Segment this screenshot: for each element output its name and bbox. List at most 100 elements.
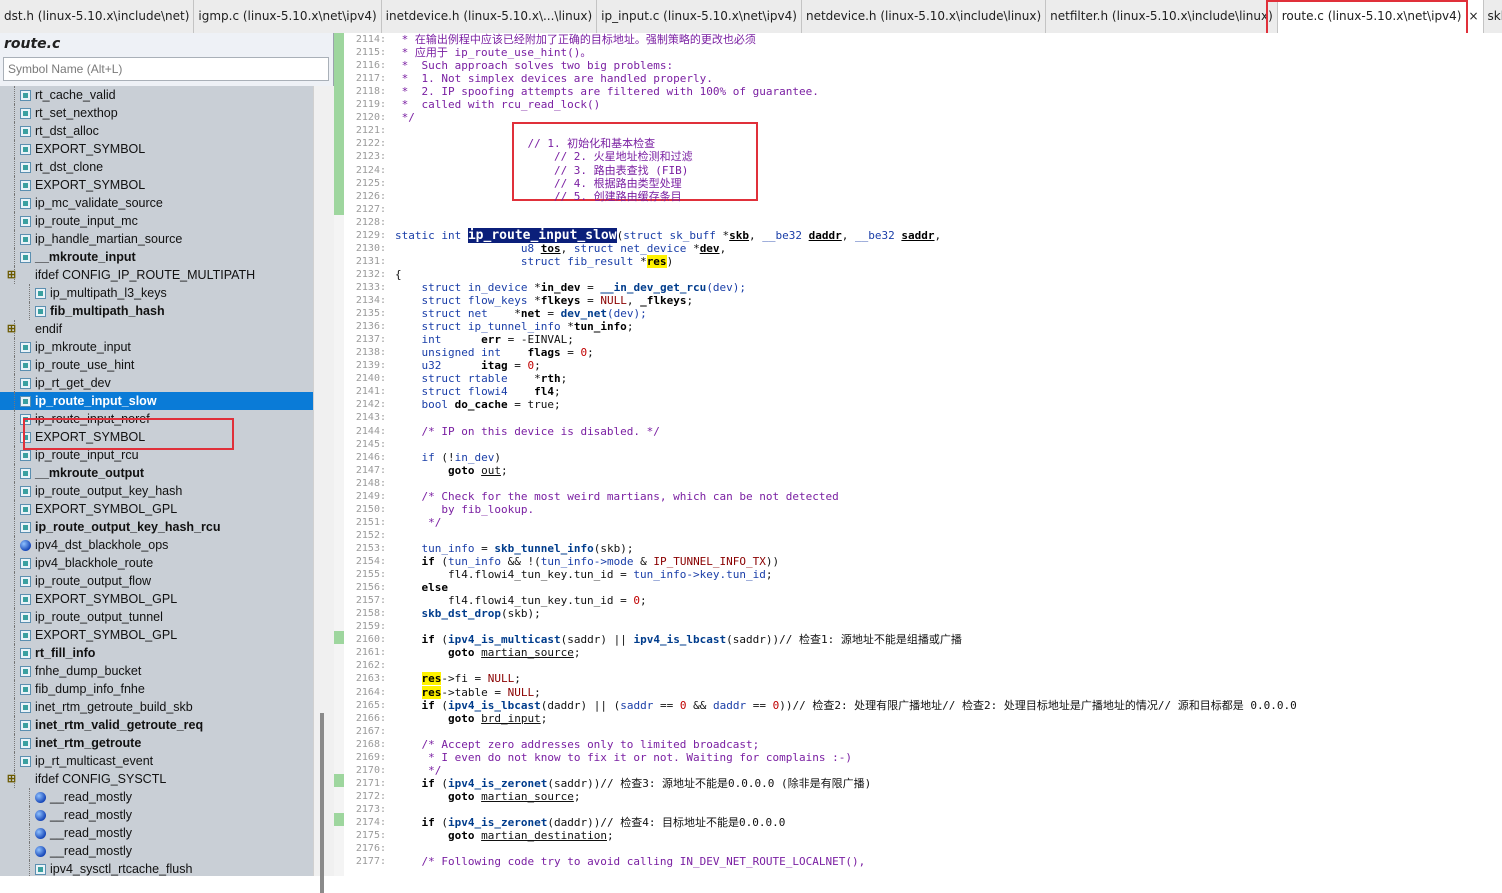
symbol-item[interactable]: __read_mostly xyxy=(0,842,313,860)
tab-1[interactable]: igmp.c (linux-5.10.x\net\ipv4) xyxy=(194,0,382,33)
tree-connector xyxy=(29,302,30,320)
symbol-item[interactable]: ip_route_output_key_hash_rcu xyxy=(0,518,313,536)
symbol-item[interactable]: EXPORT_SYMBOL xyxy=(0,428,313,446)
symbol-list-scrollbar[interactable] xyxy=(313,86,334,893)
tab-3[interactable]: ip_input.c (linux-5.10.x\net\ipv4) xyxy=(597,0,802,33)
file-title: route.c xyxy=(4,36,61,52)
symbol-list[interactable]: rt_cache_valid rt_set_nexthop rt_dst_alloc… xyxy=(0,86,313,876)
symbol-item[interactable]: EXPORT_SYMBOL xyxy=(0,176,313,194)
close-tab-icon[interactable]: × xyxy=(1468,0,1478,33)
symbol-item[interactable]: ip_route_input_noref xyxy=(0,410,313,428)
symbol-item[interactable]: EXPORT_SYMBOL_GPL xyxy=(0,590,313,608)
symbol-item[interactable]: rt_fill_info xyxy=(0,644,313,662)
symbol-item[interactable]: inet_rtm_getroute_build_skb xyxy=(0,698,313,716)
code-token: */ xyxy=(421,763,442,777)
symbol-item[interactable]: ip_mkroute_input xyxy=(0,338,313,356)
tab-0[interactable]: dst.h (linux-5.10.x\include\net) xyxy=(0,0,195,33)
scrollbar-thumb[interactable] xyxy=(320,713,324,893)
symbol-item[interactable]: ip_route_output_key_hash xyxy=(0,482,313,500)
code-token: = xyxy=(474,541,495,555)
symbol-item[interactable]: fnhe_dump_bucket xyxy=(0,662,313,680)
symbol-item[interactable]: __mkroute_output xyxy=(0,464,313,482)
symbol-label: __mkroute_output xyxy=(35,466,145,480)
code-text: fl4.flowi4_tun_key.tun_id = 0; xyxy=(395,594,647,607)
symbol-item[interactable]: ip_route_use_hint xyxy=(0,356,313,374)
symbol-label: ip_route_output_key_hash_rcu xyxy=(35,520,221,534)
symbol-item[interactable]: ip_rt_multicast_event xyxy=(0,752,313,770)
line-number: 2141: xyxy=(355,386,386,398)
code-text: * I even do not know to fix it or not. W… xyxy=(395,751,852,764)
symbol-item[interactable]: __mkroute_input xyxy=(0,248,313,266)
symbol-item[interactable]: ip_multipath_l3_keys xyxy=(0,284,313,302)
symbol-item[interactable]: ip_handle_martian_source xyxy=(0,230,313,248)
symbol-label: inet_rtm_getroute xyxy=(35,736,142,750)
symbol-item[interactable]: ipv4_sysctl_rtcache_flush xyxy=(0,860,313,876)
code-token: int xyxy=(421,333,482,347)
symbol-item[interactable]: rt_dst_alloc xyxy=(0,122,313,140)
tab-6[interactable]: route.c (linux-5.10.x\net\ipv4) × xyxy=(1277,0,1484,33)
symbol-item[interactable]: ⊞ ifdef CONFIG_IP_ROUTE_MULTIPATH xyxy=(0,266,313,284)
line-number: 2147: xyxy=(355,464,386,476)
tree-connector xyxy=(14,158,15,176)
code-token: ipv4_is_zeronet xyxy=(448,816,548,829)
code-token: tos xyxy=(540,241,561,255)
tab-2[interactable]: inetdevice.h (linux-5.10.x\...\linux) xyxy=(382,0,598,33)
symbol-item[interactable]: ip_mc_validate_source xyxy=(0,194,313,212)
line-number: 2162: xyxy=(355,660,386,672)
code-token: ; xyxy=(540,711,548,725)
symbol-item[interactable]: inet_rtm_valid_getroute_req xyxy=(0,716,313,734)
code-editor[interactable]: 2114: * 在输出例程中应该已经附加了正确的目标地址。强制策略的更改也必须 2… xyxy=(334,33,1502,876)
line-number: 2155: xyxy=(355,569,386,581)
tab-4[interactable]: netdevice.h (linux-5.10.x\include\linux) xyxy=(802,0,1047,33)
symbol-item[interactable]: ip_route_input_slow xyxy=(0,392,313,410)
symbol-item[interactable]: ip_route_output_flow xyxy=(0,572,313,590)
symbol-search-input[interactable] xyxy=(3,57,329,81)
code-text: */ xyxy=(395,111,415,124)
line-number: 2169: xyxy=(355,751,386,763)
symbol-item[interactable]: inet_rtm_getroute xyxy=(0,734,313,752)
changed-line-marker xyxy=(334,98,344,111)
code-token: NULL xyxy=(600,294,627,307)
symbol-item[interactable]: ip_route_output_tunnel xyxy=(0,608,313,626)
symbol-item[interactable]: rt_set_nexthop xyxy=(0,104,313,122)
symbol-item[interactable]: fib_dump_info_fnhe xyxy=(0,680,313,698)
tab-7[interactable]: skbuff xyxy=(1484,0,1502,33)
code-token: ; xyxy=(560,372,568,386)
code-token: * 1. Not simplex devices are handled pro… xyxy=(395,72,713,86)
symbol-item[interactable]: ipv4_blackhole_route xyxy=(0,554,313,572)
tree-connector xyxy=(14,392,15,410)
function-icon xyxy=(20,720,31,731)
function-icon xyxy=(20,216,31,227)
symbol-item[interactable]: ipv4_dst_blackhole_ops xyxy=(0,536,313,554)
symbol-item[interactable]: __read_mostly xyxy=(0,806,313,824)
symbol-item[interactable]: rt_dst_clone xyxy=(0,158,313,176)
function-icon xyxy=(20,630,31,641)
line-number: 2133: xyxy=(355,281,386,293)
code-token: ))// 检查2: 处理有限广播地址// 检查2: 处理目标地址是广播地址的情况… xyxy=(779,698,1297,712)
tree-connector xyxy=(14,176,15,194)
symbol-item[interactable]: EXPORT_SYMBOL_GPL xyxy=(0,500,313,518)
line-number: 2177: xyxy=(355,856,386,868)
symbol-item[interactable]: ⊞ endif xyxy=(0,320,313,338)
code-token: )) xyxy=(765,555,780,568)
function-icon xyxy=(20,252,31,263)
symbol-item[interactable]: EXPORT_SYMBOL xyxy=(0,140,313,158)
symbol-item[interactable]: __read_mostly xyxy=(0,788,313,806)
tab-label: inetdevice.h (linux-5.10.x\...\linux) xyxy=(385,9,593,23)
tree-connector xyxy=(14,482,15,500)
line-number: 2167: xyxy=(355,725,386,737)
code-token: * I even do not know to fix it or not. W… xyxy=(421,750,852,764)
code-text: * 2. IP spoofing attempts are filtered w… xyxy=(395,85,819,98)
tab-5[interactable]: netfilter.h (linux-5.10.x\include\linux) xyxy=(1046,0,1278,33)
symbol-item[interactable]: __read_mostly xyxy=(0,824,313,842)
code-text: * 在输出例程中应该已经附加了正确的目标地址。强制策略的更改也必须 xyxy=(395,33,756,46)
symbol-item[interactable]: ip_route_input_mc xyxy=(0,212,313,230)
symbol-item[interactable]: ip_route_input_rcu xyxy=(0,446,313,464)
symbol-item[interactable]: fib_multipath_hash xyxy=(0,302,313,320)
symbol-item[interactable]: rt_cache_valid xyxy=(0,86,313,104)
symbol-item[interactable]: ⊞ ifdef CONFIG_SYSCTL xyxy=(0,770,313,788)
symbol-item[interactable]: ip_rt_get_dev xyxy=(0,374,313,392)
symbol-item[interactable]: EXPORT_SYMBOL_GPL xyxy=(0,626,313,644)
